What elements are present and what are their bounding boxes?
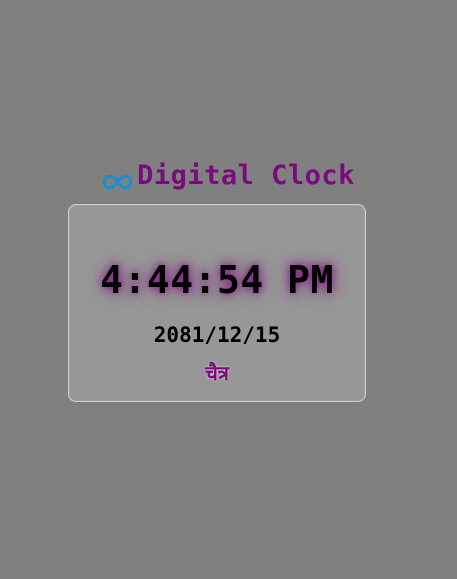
clock-time: 4:44:54 PM — [100, 258, 334, 302]
infinity-icon — [102, 167, 133, 190]
clock-date: 2081/12/15 — [153, 323, 281, 347]
clock-month: चैत्र — [205, 361, 229, 385]
app-title: Digital Clock — [0, 160, 457, 192]
clock-card: 4:44:54 PM 2081/12/15 चैत्र — [68, 204, 366, 402]
app-title-text: Digital Clock — [137, 160, 355, 191]
